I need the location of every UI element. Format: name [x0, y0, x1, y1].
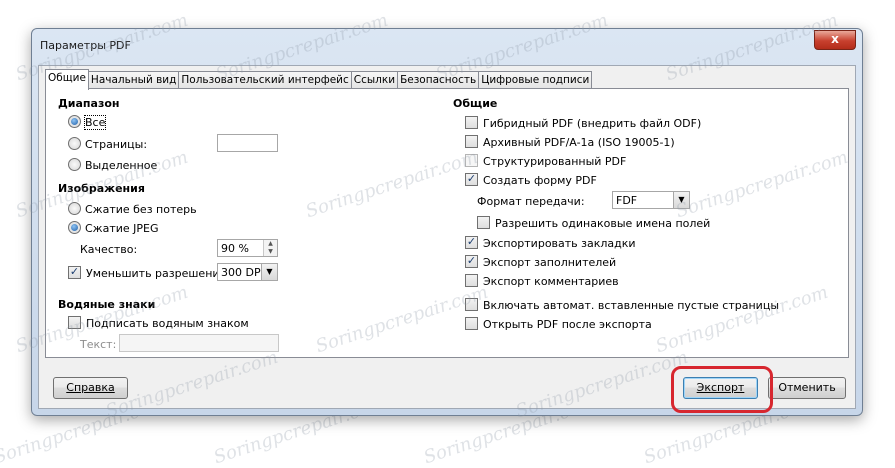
- blank-pages-checkbox[interactable]: Включать автомат. вставленные пустые стр…: [465, 298, 779, 312]
- export-comments-label: Экспорт комментариев: [483, 275, 619, 288]
- dialog-title: Параметры PDF: [40, 39, 131, 52]
- export-bookmarks-checkbox[interactable]: Экспортировать закладки: [465, 236, 636, 250]
- spin-up-icon[interactable]: ▲: [263, 240, 277, 248]
- checkbox-icon: [477, 216, 490, 229]
- help-button[interactable]: Справка: [53, 377, 128, 399]
- range-selection-option[interactable]: Выделенное: [68, 158, 157, 172]
- checkbox-icon: [465, 298, 478, 311]
- radio-icon: [68, 158, 81, 171]
- checkbox-checked-icon: [465, 173, 478, 186]
- general-tab-panel: Диапазон Все Страницы: Выделенное Изобра…: [45, 88, 849, 358]
- tagged-pdf-checkbox[interactable]: Структурированный PDF: [465, 154, 626, 168]
- general-heading: Общие: [453, 97, 498, 110]
- range-pages-option[interactable]: Страницы:: [68, 137, 147, 151]
- checkbox-icon: [465, 317, 478, 330]
- range-heading: Диапазон: [58, 97, 120, 110]
- quality-spin-buttons[interactable]: ▲ ▼: [263, 240, 277, 256]
- export-comments-checkbox[interactable]: Экспорт комментариев: [465, 274, 619, 288]
- resolution-value: 300 DPI: [221, 266, 264, 279]
- checkbox-icon: [465, 135, 478, 148]
- cancel-button-label: Отменить: [778, 381, 836, 394]
- sign-watermark-checkbox[interactable]: Подписать водяным знаком: [68, 316, 249, 330]
- duplicate-names-label: Разрешить одинаковые имена полей: [495, 217, 711, 230]
- checkbox-icon: [68, 316, 81, 329]
- archive-pdf-label: Архивный PDF/A-1a (ISO 19005-1): [483, 136, 675, 149]
- title-bar: Параметры PDF x: [32, 29, 862, 59]
- lossless-label: Сжатие без потерь: [85, 203, 197, 216]
- sign-watermark-label: Подписать водяным знаком: [86, 317, 249, 330]
- close-icon: x: [831, 32, 839, 46]
- resolution-dropdown[interactable]: 300 DPI ▼: [217, 263, 278, 281]
- tab-bar: Общие Начальный вид Пользовательский инт…: [45, 69, 593, 90]
- open-after-export-label: Открыть PDF после экспорта: [483, 318, 652, 331]
- create-form-label: Создать форму PDF: [483, 174, 597, 187]
- tab-links[interactable]: Ссылки: [350, 71, 399, 89]
- submit-format-dropdown[interactable]: FDF ▼: [612, 191, 690, 209]
- quality-spinbox[interactable]: 90 % ▲ ▼: [217, 239, 278, 257]
- radio-icon: [68, 137, 81, 150]
- jpeg-option[interactable]: Сжатие JPEG: [68, 221, 159, 235]
- watermark-heading: Водяные знаки: [58, 298, 156, 311]
- radio-selected-icon: [68, 221, 81, 234]
- export-placeholders-checkbox[interactable]: Экспорт заполнителей: [465, 255, 616, 269]
- submit-format-value: FDF: [616, 194, 638, 207]
- tab-initial-view[interactable]: Начальный вид: [87, 71, 180, 89]
- tab-digital-signatures[interactable]: Цифровые подписи: [478, 71, 593, 89]
- create-form-checkbox[interactable]: Создать форму PDF: [465, 173, 597, 187]
- range-selection-label: Выделенное: [85, 159, 158, 172]
- jpeg-label: Сжатие JPEG: [85, 222, 159, 235]
- pages-input[interactable]: [217, 134, 278, 152]
- checkbox-checked-icon: [465, 236, 478, 249]
- images-heading: Изображения: [58, 182, 145, 195]
- cancel-button[interactable]: Отменить: [768, 377, 846, 399]
- quality-value: 90 %: [221, 242, 249, 255]
- watermark-text-input[interactable]: [119, 334, 279, 352]
- reduce-resolution-label: Уменьшить разрешение: [86, 267, 227, 280]
- lossless-option[interactable]: Сжатие без потерь: [68, 202, 197, 216]
- checkbox-checked-icon: [465, 255, 478, 268]
- spin-down-icon[interactable]: ▼: [263, 248, 277, 256]
- tab-user-interface[interactable]: Пользовательский интерфейс: [178, 71, 352, 89]
- quality-label: Качество:: [80, 243, 138, 256]
- reduce-resolution-checkbox[interactable]: Уменьшить разрешение: [68, 266, 226, 280]
- range-all-label: Все: [83, 115, 107, 130]
- checkbox-icon: [465, 116, 478, 129]
- radio-icon: [68, 202, 81, 215]
- hybrid-pdf-checkbox[interactable]: Гибридный PDF (внедрить файл ODF): [465, 116, 701, 130]
- dialog-body: Общие Начальный вид Пользовательский инт…: [38, 65, 856, 409]
- export-bookmarks-label: Экспортировать закладки: [483, 237, 636, 250]
- tab-general[interactable]: Общие: [45, 69, 89, 90]
- radio-selected-icon: [68, 115, 81, 128]
- range-all-option[interactable]: Все: [68, 115, 107, 130]
- export-button-highlight: [671, 366, 773, 413]
- open-after-export-checkbox[interactable]: Открыть PDF после экспорта: [465, 317, 652, 331]
- checkbox-icon: [465, 154, 478, 167]
- watermark-text-label: Текст:: [80, 338, 117, 351]
- range-pages-label: Страницы:: [85, 138, 148, 151]
- duplicate-names-checkbox[interactable]: Разрешить одинаковые имена полей: [477, 216, 710, 230]
- close-button[interactable]: x: [814, 30, 856, 50]
- chevron-down-icon[interactable]: ▼: [261, 264, 277, 280]
- blank-pages-label: Включать автомат. вставленные пустые стр…: [483, 299, 780, 312]
- export-placeholders-label: Экспорт заполнителей: [483, 256, 617, 269]
- help-button-label: Справка: [66, 381, 115, 394]
- pdf-options-dialog: Параметры PDF x Общие Начальный вид Поль…: [13, 10, 863, 422]
- tagged-pdf-label: Структурированный PDF: [483, 155, 627, 168]
- checkbox-checked-icon: [68, 266, 81, 279]
- archive-pdf-checkbox[interactable]: Архивный PDF/A-1a (ISO 19005-1): [465, 135, 675, 149]
- tab-security[interactable]: Безопасность: [397, 71, 480, 89]
- checkbox-icon: [465, 274, 478, 287]
- hybrid-pdf-label: Гибридный PDF (внедрить файл ODF): [483, 117, 702, 130]
- submit-format-label: Формат передачи:: [477, 195, 585, 208]
- chevron-down-icon[interactable]: ▼: [673, 192, 689, 208]
